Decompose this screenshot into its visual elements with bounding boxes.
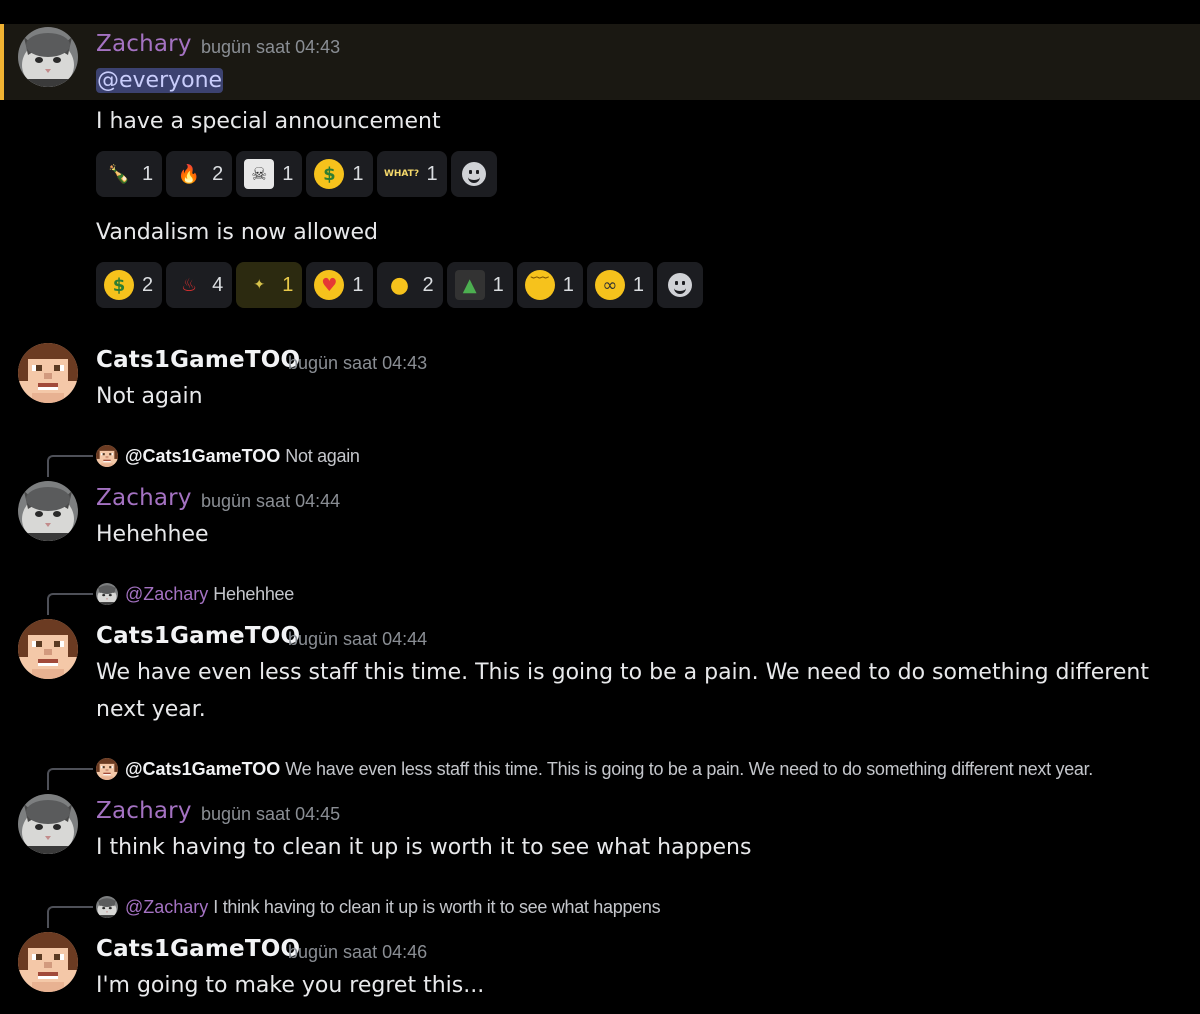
reply-username[interactable]: @Zachary	[125, 897, 208, 918]
reaction[interactable]: ✦ 1	[236, 262, 303, 308]
reply-spine	[47, 593, 93, 615]
author-name[interactable]: Zachary	[96, 31, 192, 57]
message-text: I'm going to make you regret this...	[96, 973, 485, 998]
reply-username[interactable]: @Cats1GameTOO	[125, 759, 280, 780]
everyone-mention[interactable]: @everyone	[96, 68, 224, 93]
reply-spine	[47, 768, 93, 790]
reaction-count: 1	[492, 273, 504, 296]
money-face-emoji-icon: $	[314, 159, 345, 189]
message-text: Hehehhee	[96, 522, 209, 547]
reply-spine	[47, 455, 93, 477]
pensive-emoji-icon: ﹋	[524, 270, 555, 300]
skull-face-emoji-icon: ☠	[244, 159, 275, 189]
message-text: We have even less staff this time. This …	[96, 660, 1149, 722]
reaction[interactable]: $ 2	[96, 262, 163, 308]
avatar	[96, 445, 118, 467]
heart-eyes-emoji-icon: ♥	[314, 270, 345, 300]
what-emoji-icon: WHAT?	[383, 169, 420, 179]
message-text: @everyone	[96, 62, 224, 99]
reaction[interactable]: 🍾 1	[96, 151, 163, 197]
bottle-emoji-icon: 🍾	[107, 163, 131, 185]
reaction[interactable]: ☠ 1	[236, 151, 303, 197]
add-reaction-icon	[461, 162, 486, 186]
add-reaction-icon	[668, 273, 692, 297]
reaction[interactable]: WHAT? 1	[376, 151, 447, 197]
reaction-count: 1	[282, 273, 294, 296]
reply-spine	[47, 906, 93, 928]
reply-text: We have even less staff this time. This …	[285, 758, 1094, 779]
reaction[interactable]: ∞ 1	[586, 262, 653, 308]
timestamp: bugün saat 04:43	[201, 37, 341, 57]
avatar[interactable]	[18, 343, 78, 403]
avatar[interactable]	[18, 27, 78, 87]
red-devil-emoji-icon: ♨	[181, 274, 198, 296]
reaction-count: 1	[632, 273, 644, 296]
message-text: I have a special announcement	[96, 109, 441, 134]
reaction-count: 1	[352, 273, 364, 296]
reaction-count: 4	[212, 273, 224, 296]
author-name[interactable]: Cats1GameTOO	[96, 623, 300, 649]
add-reaction-button[interactable]	[657, 262, 703, 308]
avatar[interactable]	[18, 932, 78, 992]
fire-emoji-icon: 🔥	[177, 163, 201, 185]
reaction[interactable]: ● 2	[376, 262, 443, 308]
author-name[interactable]: Zachary	[96, 798, 192, 824]
dizzy-emoji-icon: ✦	[253, 277, 266, 293]
reaction-count: 2	[142, 273, 154, 296]
money-face-emoji-icon: $	[104, 270, 134, 300]
reply-preview[interactable]: @Zachary I think having to clean it up i…	[96, 895, 661, 919]
reaction-count: 1	[352, 162, 364, 185]
timestamp: bugün saat 04:46	[288, 942, 428, 962]
avatar[interactable]	[18, 481, 78, 541]
timestamp: bugün saat 04:45	[201, 804, 341, 824]
reaction-count: 1	[282, 162, 294, 185]
timestamp: bugün saat 04:44	[201, 491, 341, 511]
reply-text: Not again	[285, 445, 360, 466]
reaction[interactable]: ▲ 1	[446, 262, 513, 308]
add-reaction-button[interactable]	[450, 151, 497, 197]
avatar	[96, 896, 118, 918]
reaction[interactable]: ﹋ 1	[516, 262, 583, 308]
author-name[interactable]: Zachary	[96, 485, 192, 511]
message-text: Vandalism is now allowed	[96, 220, 378, 245]
reaction-count: 1	[142, 162, 154, 185]
reply-preview[interactable]: @Zachary Hehehhee	[96, 582, 294, 606]
reactions-row: 🍾 1 🔥 2 ☠ 1 $ 1 WHAT? 1	[96, 151, 497, 197]
reaction[interactable]: 🔥 2	[166, 151, 233, 197]
reaction[interactable]: ♨ 4	[166, 262, 233, 308]
reply-username[interactable]: @Cats1GameTOO	[125, 446, 280, 467]
bald-face-emoji-icon: ●	[389, 272, 410, 298]
reactions-row: $ 2 ♨ 4 ✦ 1 ♥ 1 ● 2 ▲ 1 ﹋ 1 ∞ 1	[96, 262, 703, 308]
reply-preview[interactable]: @Cats1GameTOO We have even less staff th…	[96, 757, 1093, 781]
message-text: I think having to clean it up is worth i…	[96, 835, 752, 860]
salute-emoji-icon: ∞	[594, 270, 625, 300]
avatar[interactable]	[18, 619, 78, 679]
reaction[interactable]: $ 1	[306, 151, 373, 197]
reaction-count: 2	[422, 273, 434, 296]
author-name[interactable]: Cats1GameTOO	[96, 936, 300, 962]
mention-highlight-bar	[0, 24, 4, 100]
avatar	[96, 583, 118, 605]
avatar	[96, 758, 118, 780]
reply-preview[interactable]: @Cats1GameTOO Not again	[96, 444, 360, 468]
reaction[interactable]: ♥ 1	[306, 262, 373, 308]
author-name[interactable]: Cats1GameTOO	[96, 347, 300, 373]
timestamp: bugün saat 04:43	[288, 353, 428, 373]
avatar[interactable]	[18, 794, 78, 854]
reply-username[interactable]: @Zachary	[125, 584, 208, 605]
message-text: Not again	[96, 384, 203, 409]
pepe-emoji-icon: ▲	[454, 270, 485, 300]
reply-text: I think having to clean it up is worth i…	[213, 896, 661, 917]
reaction-count: 1	[426, 162, 438, 185]
timestamp: bugün saat 04:44	[288, 629, 428, 649]
reply-text: Hehehhee	[213, 583, 294, 604]
reaction-count: 2	[212, 162, 224, 185]
reaction-count: 1	[562, 273, 574, 296]
